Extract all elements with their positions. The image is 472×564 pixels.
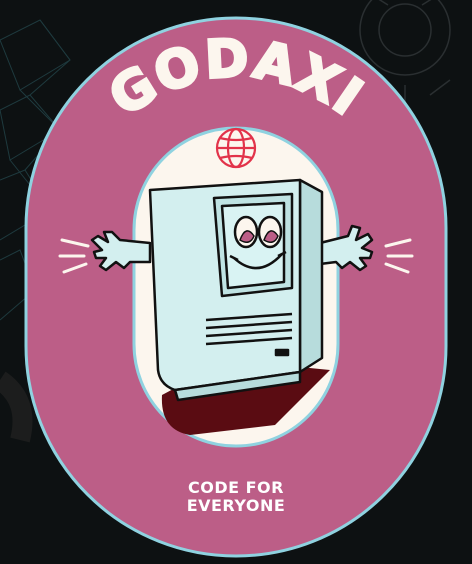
slogan-line-1: CODE FOR (188, 478, 284, 497)
sticker-canvas: GODAXI CODE FOR EVERYONE (0, 0, 472, 564)
power-slot (274, 348, 290, 357)
slogan-line-2: EVERYONE (186, 496, 286, 515)
computer-side (298, 178, 324, 374)
slogan: CODE FOR EVERYONE (136, 479, 336, 515)
